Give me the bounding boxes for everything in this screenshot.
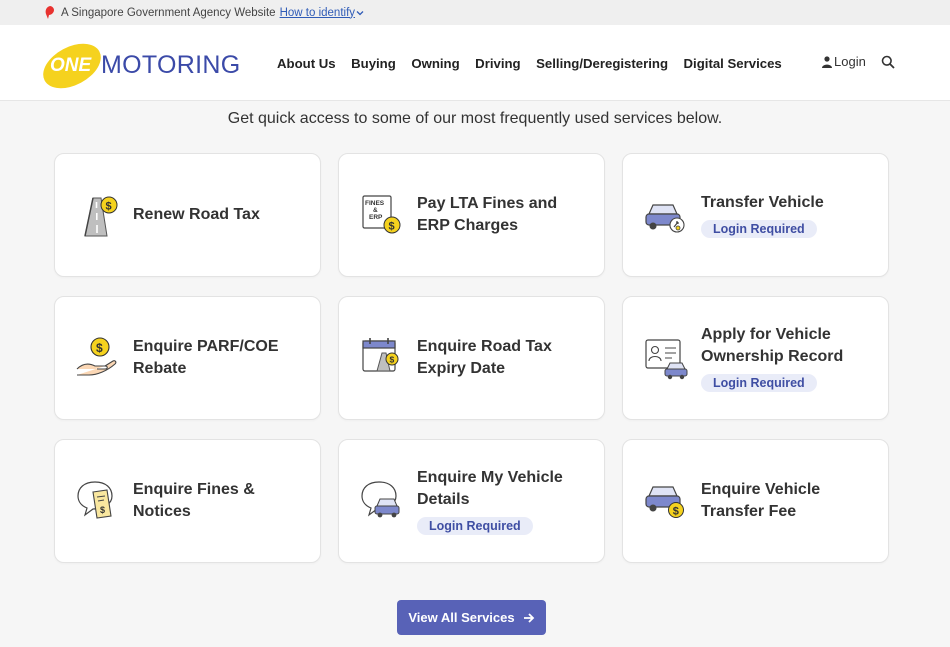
site-header: ONE MOTORING About Us Buying Owning Driv… xyxy=(0,25,950,101)
service-card-transfer-vehicle[interactable]: Transfer Vehicle Login Required xyxy=(622,153,889,277)
login-required-badge: Login Required xyxy=(417,517,533,535)
service-card-vehicle-transfer-fee[interactable]: $ Enquire Vehicle Transfer Fee xyxy=(622,439,889,563)
service-title: Enquire Road Tax Expiry Date xyxy=(417,338,552,377)
service-card-pay-fines-erp[interactable]: FINES & ERP $ Pay LTA Fines and ERP Char… xyxy=(338,153,605,277)
service-title: Transfer Vehicle xyxy=(701,194,824,211)
main-nav: About Us Buying Owning Driving Selling/D… xyxy=(277,25,797,101)
arrow-right-icon xyxy=(523,612,534,623)
service-card-renew-road-tax[interactable]: $ Renew Road Tax xyxy=(54,153,321,277)
service-card-my-vehicle-details[interactable]: Enquire My Vehicle Details Login Require… xyxy=(338,439,605,563)
login-required-badge: Login Required xyxy=(701,220,817,238)
hand-dollar-icon: $ xyxy=(76,337,117,376)
service-title: Enquire My Vehicle Details xyxy=(417,469,563,508)
chat-receipt-icon: $ xyxy=(77,481,113,519)
nav-owning[interactable]: Owning xyxy=(411,56,459,71)
service-card-road-tax-expiry[interactable]: $ Enquire Road Tax Expiry Date xyxy=(338,296,605,420)
svg-text:$: $ xyxy=(96,341,103,355)
fines-erp-icon: FINES & ERP $ xyxy=(362,195,401,234)
services-grid: $ Renew Road Tax FINES & ERP $ Pay LTA F… xyxy=(54,153,889,563)
svg-text:FINES: FINES xyxy=(365,200,385,207)
svg-text:$: $ xyxy=(100,505,105,515)
svg-text:ONE: ONE xyxy=(50,55,93,76)
nav-driving[interactable]: Driving xyxy=(475,56,520,71)
chevron-down-icon xyxy=(356,10,364,15)
service-title: Enquire PARF/COE Rebate xyxy=(133,338,279,377)
svg-text:ERP: ERP xyxy=(369,214,383,221)
svg-text:$: $ xyxy=(106,201,112,213)
nav-digital-services[interactable]: Digital Services xyxy=(684,56,782,71)
login-required-badge: Login Required xyxy=(701,374,817,392)
service-card-fines-notices[interactable]: $ Enquire Fines & Notices xyxy=(54,439,321,563)
gov-banner-text: A Singapore Government Agency Website xyxy=(61,6,276,19)
id-card-car-icon xyxy=(645,339,688,380)
car-transfer-icon xyxy=(645,204,685,233)
service-title: Enquire Vehicle Transfer Fee xyxy=(701,481,821,520)
gov-banner: A Singapore Government Agency Website Ho… xyxy=(0,0,950,25)
road-dollar-icon: $ xyxy=(84,196,118,237)
user-icon xyxy=(822,55,832,68)
lion-head-icon xyxy=(45,6,54,19)
service-card-vehicle-ownership-record[interactable]: Apply for Vehicle Ownership Record Login… xyxy=(622,296,889,420)
svg-text:$: $ xyxy=(390,355,395,365)
logo-mark-icon: ONE xyxy=(43,43,101,89)
how-to-identify-link[interactable]: How to identify xyxy=(280,7,364,19)
svg-text:$: $ xyxy=(389,221,395,233)
service-card-parf-coe-rebate[interactable]: $ Enquire PARF/COE Rebate xyxy=(54,296,321,420)
search-icon[interactable] xyxy=(881,55,895,69)
service-title: Pay LTA Fines and ERP Charges xyxy=(417,195,558,234)
chat-car-icon xyxy=(361,481,400,518)
calendar-road-icon: $ xyxy=(362,338,399,372)
car-dollar-icon: $ xyxy=(645,486,684,518)
svg-text:$: $ xyxy=(673,506,679,518)
service-title: Renew Road Tax xyxy=(133,206,260,223)
nav-selling-deregistering[interactable]: Selling/Deregistering xyxy=(536,56,668,71)
nav-buying[interactable]: Buying xyxy=(351,56,396,71)
logo-wordmark: MOTORING xyxy=(101,50,241,79)
login-link[interactable]: Login xyxy=(822,54,866,69)
svg-text:&: & xyxy=(373,207,378,214)
intro-text: Get quick access to some of our most fre… xyxy=(227,110,723,127)
nav-about-us[interactable]: About Us xyxy=(277,56,336,71)
view-all-services-button[interactable]: View All Services xyxy=(397,600,546,635)
service-title: Enquire Fines & Notices xyxy=(133,481,255,520)
onemotoring-logo[interactable]: ONE MOTORING xyxy=(42,41,240,89)
service-title: Apply for Vehicle Ownership Record xyxy=(701,326,844,365)
